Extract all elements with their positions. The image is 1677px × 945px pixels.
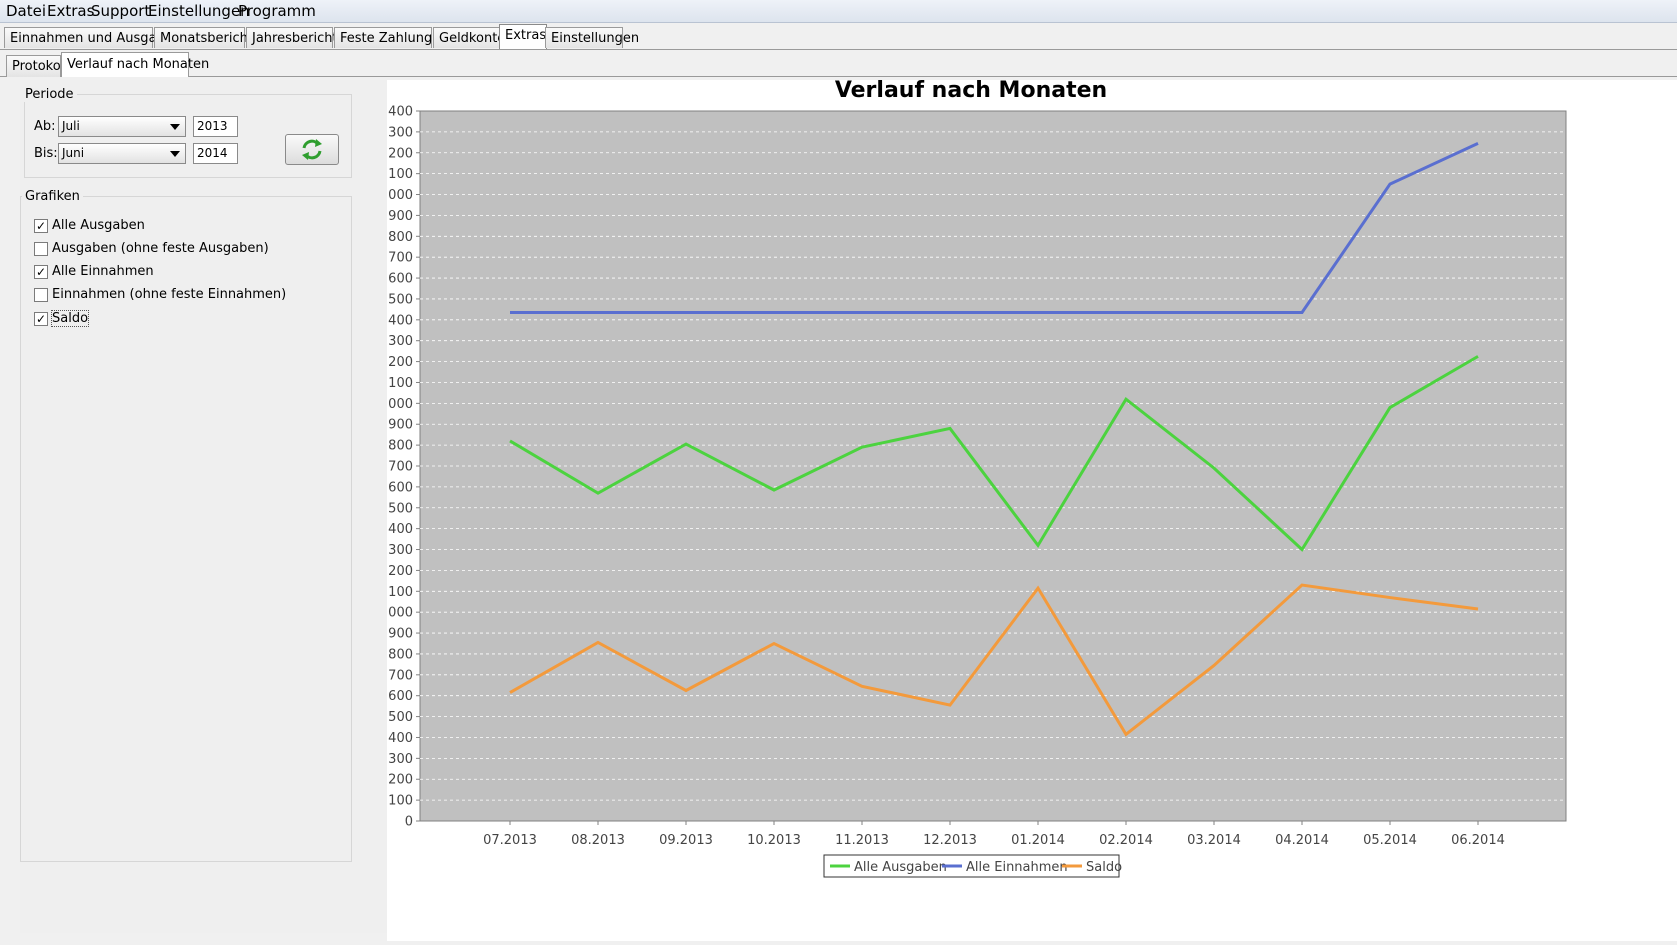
- subtab-protokoll[interactable]: Protokoll: [6, 55, 68, 77]
- y-tick-label: 1.600: [387, 480, 413, 495]
- bis-year-field[interactable]: 2014: [193, 143, 238, 164]
- grafiken-title: Grafiken: [22, 189, 83, 204]
- tab-jahresberichte[interactable]: Jahresberichte: [246, 27, 346, 48]
- menu-programm[interactable]: Programm: [238, 2, 316, 20]
- chart-title: Verlauf nach Monaten: [835, 80, 1107, 103]
- tab-feste-zahlungen[interactable]: Feste Zahlungen: [334, 27, 448, 48]
- y-tick-label: 400: [388, 731, 413, 746]
- tab-einnahmen-und-ausgaben[interactable]: Einnahmen und Ausgaben: [4, 27, 181, 48]
- y-tick-label: 2.300: [387, 334, 413, 349]
- ab-year-field[interactable]: 2013: [193, 116, 238, 137]
- checkbox-alle-ausgaben[interactable]: ✓: [34, 219, 48, 233]
- checkmark-icon: ✓: [35, 219, 47, 233]
- y-tick-label: 3.200: [387, 146, 413, 161]
- tab-extras[interactable]: Extras: [499, 24, 547, 49]
- x-tick-label: 11.2013: [835, 833, 889, 848]
- y-tick-label: 1.400: [387, 522, 413, 537]
- subtab-verlauf-nach-monaten[interactable]: Verlauf nach Monaten: [61, 52, 209, 77]
- y-tick-label: 700: [388, 668, 413, 683]
- label-ausgaben-ohne-feste: Ausgaben (ohne feste Ausgaben): [52, 241, 269, 256]
- x-tick-label: 08.2013: [571, 833, 625, 848]
- x-tick-label: 01.2014: [1011, 833, 1065, 848]
- y-tick-label: 600: [388, 689, 413, 704]
- chevron-down-icon: [170, 124, 180, 130]
- subtab-strip-line: [0, 76, 1677, 77]
- x-tick-label: 03.2014: [1187, 833, 1241, 848]
- y-tick-label: 1.000: [387, 606, 413, 621]
- legend-label: Saldo: [1086, 860, 1122, 875]
- y-tick-label: 200: [388, 773, 413, 788]
- menu-support[interactable]: Support: [91, 2, 150, 20]
- y-tick-label: 3.400: [387, 105, 413, 120]
- y-tick-label: 1.300: [387, 543, 413, 558]
- x-tick-label: 10.2013: [747, 833, 801, 848]
- checkbox-saldo[interactable]: ✓: [34, 312, 48, 326]
- ab-month-select[interactable]: Juli: [58, 116, 186, 137]
- y-tick-label: 2.400: [387, 313, 413, 328]
- y-tick-label: 0: [405, 815, 413, 830]
- checkmark-icon: ✓: [35, 265, 47, 279]
- menu-einstellungen[interactable]: Einstellungen: [148, 2, 250, 20]
- label-alle-ausgaben: Alle Ausgaben: [52, 218, 145, 233]
- periode-title: Periode: [22, 87, 77, 102]
- y-tick-label: 2.100: [387, 376, 413, 391]
- y-tick-label: 1.200: [387, 564, 413, 579]
- menu-datei[interactable]: Datei: [6, 2, 46, 20]
- y-tick-label: 2.700: [387, 251, 413, 266]
- y-tick-label: 2.900: [387, 209, 413, 224]
- legend-label: Alle Ausgaben: [854, 860, 947, 875]
- checkbox-alle-einnahmen[interactable]: ✓: [34, 265, 48, 279]
- y-tick-label: 3.000: [387, 188, 413, 203]
- chevron-down-icon: [170, 151, 180, 157]
- y-tick-label: 300: [388, 752, 413, 767]
- bis-month-select[interactable]: Juni: [58, 143, 186, 164]
- x-tick-label: 07.2013: [483, 833, 537, 848]
- label-saldo: Saldo: [50, 310, 90, 327]
- x-tick-label: 05.2014: [1363, 833, 1417, 848]
- y-tick-label: 2.600: [387, 272, 413, 287]
- y-tick-label: 1.800: [387, 439, 413, 454]
- legend-label: Alle Einnahmen: [966, 860, 1068, 875]
- y-tick-label: 1.900: [387, 418, 413, 433]
- tab-einstellungen[interactable]: Einstellungen: [545, 27, 639, 48]
- x-tick-label: 06.2014: [1451, 833, 1505, 848]
- refresh-icon: [302, 139, 322, 160]
- y-tick-label: 2.000: [387, 397, 413, 412]
- checkbox-einnahmen-ohne-feste[interactable]: [34, 288, 48, 302]
- y-tick-label: 2.500: [387, 292, 413, 307]
- x-tick-label: 12.2013: [923, 833, 977, 848]
- checkmark-icon: ✓: [35, 312, 47, 326]
- checkbox-ausgaben-ohne-feste[interactable]: [34, 242, 48, 256]
- refresh-button[interactable]: [285, 134, 339, 165]
- y-tick-label: 900: [388, 627, 413, 642]
- bis-label: Bis:: [34, 146, 58, 161]
- menu-extras[interactable]: Extras: [47, 2, 94, 20]
- x-tick-label: 04.2014: [1275, 833, 1329, 848]
- bis-month-value: Juni: [62, 146, 85, 160]
- line-chart: Verlauf nach Monaten 0 100 200 300 400 500 600…: [376, 78, 1567, 878]
- tab-strip-line: [0, 49, 1677, 50]
- tab-geldkonten[interactable]: Geldkonten: [433, 27, 514, 48]
- y-tick-label: 2.800: [387, 230, 413, 245]
- ab-month-value: Juli: [62, 119, 80, 133]
- chart-panel: Verlauf nach Monaten 0 100 200 300 400 500 600…: [376, 78, 1677, 941]
- y-tick-label: 1.700: [387, 460, 413, 475]
- y-tick-label: 2.200: [387, 355, 413, 370]
- y-tick-label: 500: [388, 710, 413, 725]
- label-alle-einnahmen: Alle Einnahmen: [52, 264, 154, 279]
- menu-bar: Datei Extras Support Einstellungen Progr…: [0, 0, 1677, 23]
- ab-label: Ab:: [34, 119, 56, 134]
- y-tick-label: 3.100: [387, 167, 413, 182]
- x-tick-label: 02.2014: [1099, 833, 1153, 848]
- y-tick-label: 3.300: [387, 125, 413, 140]
- label-einnahmen-ohne-feste: Einnahmen (ohne feste Einnahmen): [52, 287, 287, 302]
- y-tick-label: 100: [388, 794, 413, 809]
- tab-monatsberichte[interactable]: Monatsberichte: [154, 27, 261, 48]
- y-tick-label: 1.500: [387, 501, 413, 516]
- y-tick-label: 800: [388, 647, 413, 662]
- x-tick-label: 09.2013: [659, 833, 713, 848]
- y-tick-label: 1.100: [387, 585, 413, 600]
